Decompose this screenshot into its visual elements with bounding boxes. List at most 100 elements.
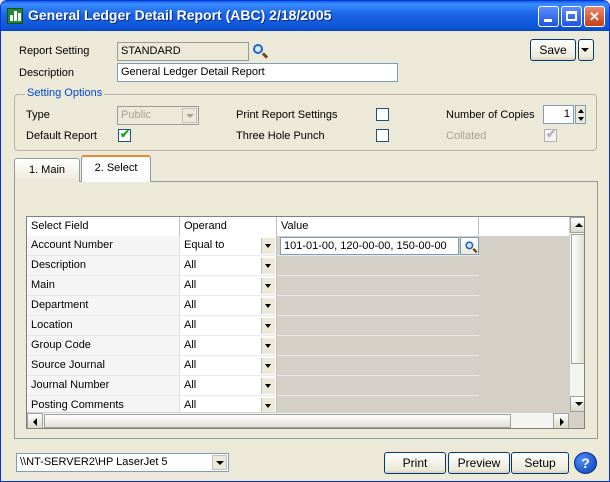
value-cell[interactable] [277, 356, 479, 376]
arrow-left-icon [33, 418, 37, 426]
chevron-down-icon [212, 455, 227, 470]
close-button[interactable]: ✕ [584, 6, 605, 27]
value-cell[interactable] [277, 296, 479, 316]
arrow-right-icon [560, 418, 564, 426]
value-lookup-button[interactable] [460, 237, 479, 255]
column-header-operand[interactable]: Operand [180, 217, 277, 236]
printer-select[interactable]: \\NT-SERVER2\HP LaserJet 5 [16, 453, 229, 472]
chevron-down-icon[interactable] [261, 298, 275, 314]
maximize-icon [566, 11, 577, 21]
report-setting-lookup-icon[interactable] [252, 43, 269, 59]
chevron-down-icon[interactable] [261, 318, 275, 334]
save-options-button[interactable] [578, 39, 594, 61]
arrow-down-icon [575, 402, 583, 406]
column-header-filler [479, 217, 569, 236]
ledger-app-icon [7, 8, 23, 24]
value-cell[interactable] [277, 316, 479, 336]
value-cell[interactable] [277, 256, 479, 276]
table-row[interactable]: Source Journal All [27, 356, 479, 376]
collated-label: Collated [446, 130, 487, 142]
scroll-down-button[interactable] [570, 396, 584, 412]
spin-down-icon[interactable] [578, 117, 584, 121]
maximize-button[interactable] [561, 6, 582, 27]
column-header-select-field[interactable]: Select Field [27, 217, 180, 236]
search-icon [465, 241, 478, 254]
grid-horizontal-scrollbar[interactable] [27, 412, 569, 428]
help-button[interactable]: ? [574, 452, 597, 474]
setup-button[interactable]: Setup [511, 452, 569, 474]
chevron-down-icon [182, 108, 197, 123]
number-of-copies-label: Number of Copies [446, 109, 535, 121]
table-row[interactable]: Department All [27, 296, 479, 316]
table-row[interactable]: Location All [27, 316, 479, 336]
select-field-cell: Account Number [27, 236, 180, 256]
value-cell[interactable] [277, 376, 479, 396]
value-cell[interactable] [277, 336, 479, 356]
three-hole-punch-checkbox[interactable] [376, 129, 389, 142]
setup-button-label: Setup [524, 456, 556, 470]
select-field-cell: Source Journal [27, 356, 180, 376]
select-field-cell: Department [27, 296, 180, 316]
spin-up-icon[interactable] [578, 109, 584, 113]
print-report-settings-checkbox[interactable] [376, 108, 389, 121]
chevron-down-icon[interactable] [261, 338, 275, 354]
tab-select[interactable]: 2. Select [81, 155, 151, 182]
close-icon: ✕ [589, 9, 600, 24]
setting-options-group [14, 94, 597, 151]
grid-header: Select Field Operand Value [27, 217, 569, 236]
table-row[interactable]: Journal Number All [27, 376, 479, 396]
preview-button[interactable]: Preview [448, 452, 510, 474]
arrow-up-icon [575, 223, 583, 227]
chevron-down-icon[interactable] [261, 258, 275, 274]
table-row[interactable]: Main All [27, 276, 479, 296]
printer-value: \\NT-SERVER2\HP LaserJet 5 [20, 456, 168, 468]
scroll-right-button[interactable] [553, 413, 569, 428]
description-field[interactable]: General Ledger Detail Report [117, 63, 398, 82]
select-field-cell: Description [27, 256, 180, 276]
chevron-down-icon [578, 43, 593, 58]
tab-main[interactable]: 1. Main [14, 158, 80, 182]
select-field-cell: Group Code [27, 336, 180, 356]
report-setting-field[interactable]: STANDARD [117, 42, 249, 61]
select-field-cell: Posting Comments [27, 396, 180, 412]
default-report-checkbox[interactable]: ✔ [118, 127, 131, 142]
table-row[interactable]: Account Number Equal to 101-01-00, 120-0… [27, 236, 479, 256]
grid-vertical-scrollbar[interactable] [569, 217, 584, 412]
default-report-label: Default Report [26, 130, 97, 142]
table-row[interactable]: Group Code All [27, 336, 479, 356]
scroll-up-button[interactable] [570, 217, 584, 233]
copies-spinner[interactable] [575, 105, 586, 124]
title-bar[interactable]: General Ledger Detail Report (ABC) 2/18/… [1, 1, 609, 31]
print-report-settings-label: Print Report Settings [236, 109, 338, 121]
chevron-down-icon[interactable] [261, 238, 275, 254]
select-field-cell: Location [27, 316, 180, 336]
horizontal-scroll-thumb[interactable] [44, 414, 511, 428]
chevron-down-icon[interactable] [261, 358, 275, 374]
column-header-value[interactable]: Value [277, 217, 479, 236]
chevron-down-icon[interactable] [261, 378, 275, 394]
collated-checkbox[interactable]: ✔ [544, 127, 557, 142]
value-input[interactable]: 101-01-00, 120-00-00, 150-00-00 [280, 237, 459, 255]
chevron-down-icon[interactable] [261, 398, 275, 412]
table-row[interactable]: Posting Comments All [27, 396, 479, 412]
type-select[interactable]: Public [117, 106, 199, 125]
save-button-label: Save [539, 43, 567, 57]
table-row[interactable]: Description All [27, 256, 479, 276]
save-button[interactable]: Save [530, 39, 576, 61]
window-title: General Ledger Detail Report (ABC) 2/18/… [28, 7, 332, 23]
help-icon: ? [581, 455, 590, 471]
type-label: Type [26, 109, 50, 121]
print-button[interactable]: Print [384, 452, 446, 474]
minimize-button[interactable] [538, 6, 559, 27]
three-hole-punch-label: Three Hole Punch [236, 130, 325, 142]
type-value: Public [121, 109, 151, 121]
report-window: General Ledger Detail Report (ABC) 2/18/… [0, 0, 610, 482]
value-cell[interactable] [277, 276, 479, 296]
chevron-down-icon[interactable] [261, 278, 275, 294]
value-cell[interactable] [277, 396, 479, 412]
select-field-cell: Journal Number [27, 376, 180, 396]
vertical-scroll-thumb[interactable] [571, 234, 584, 364]
minimize-icon [544, 19, 552, 22]
scroll-left-button[interactable] [27, 413, 43, 428]
number-of-copies-field[interactable]: 1 [543, 105, 574, 124]
